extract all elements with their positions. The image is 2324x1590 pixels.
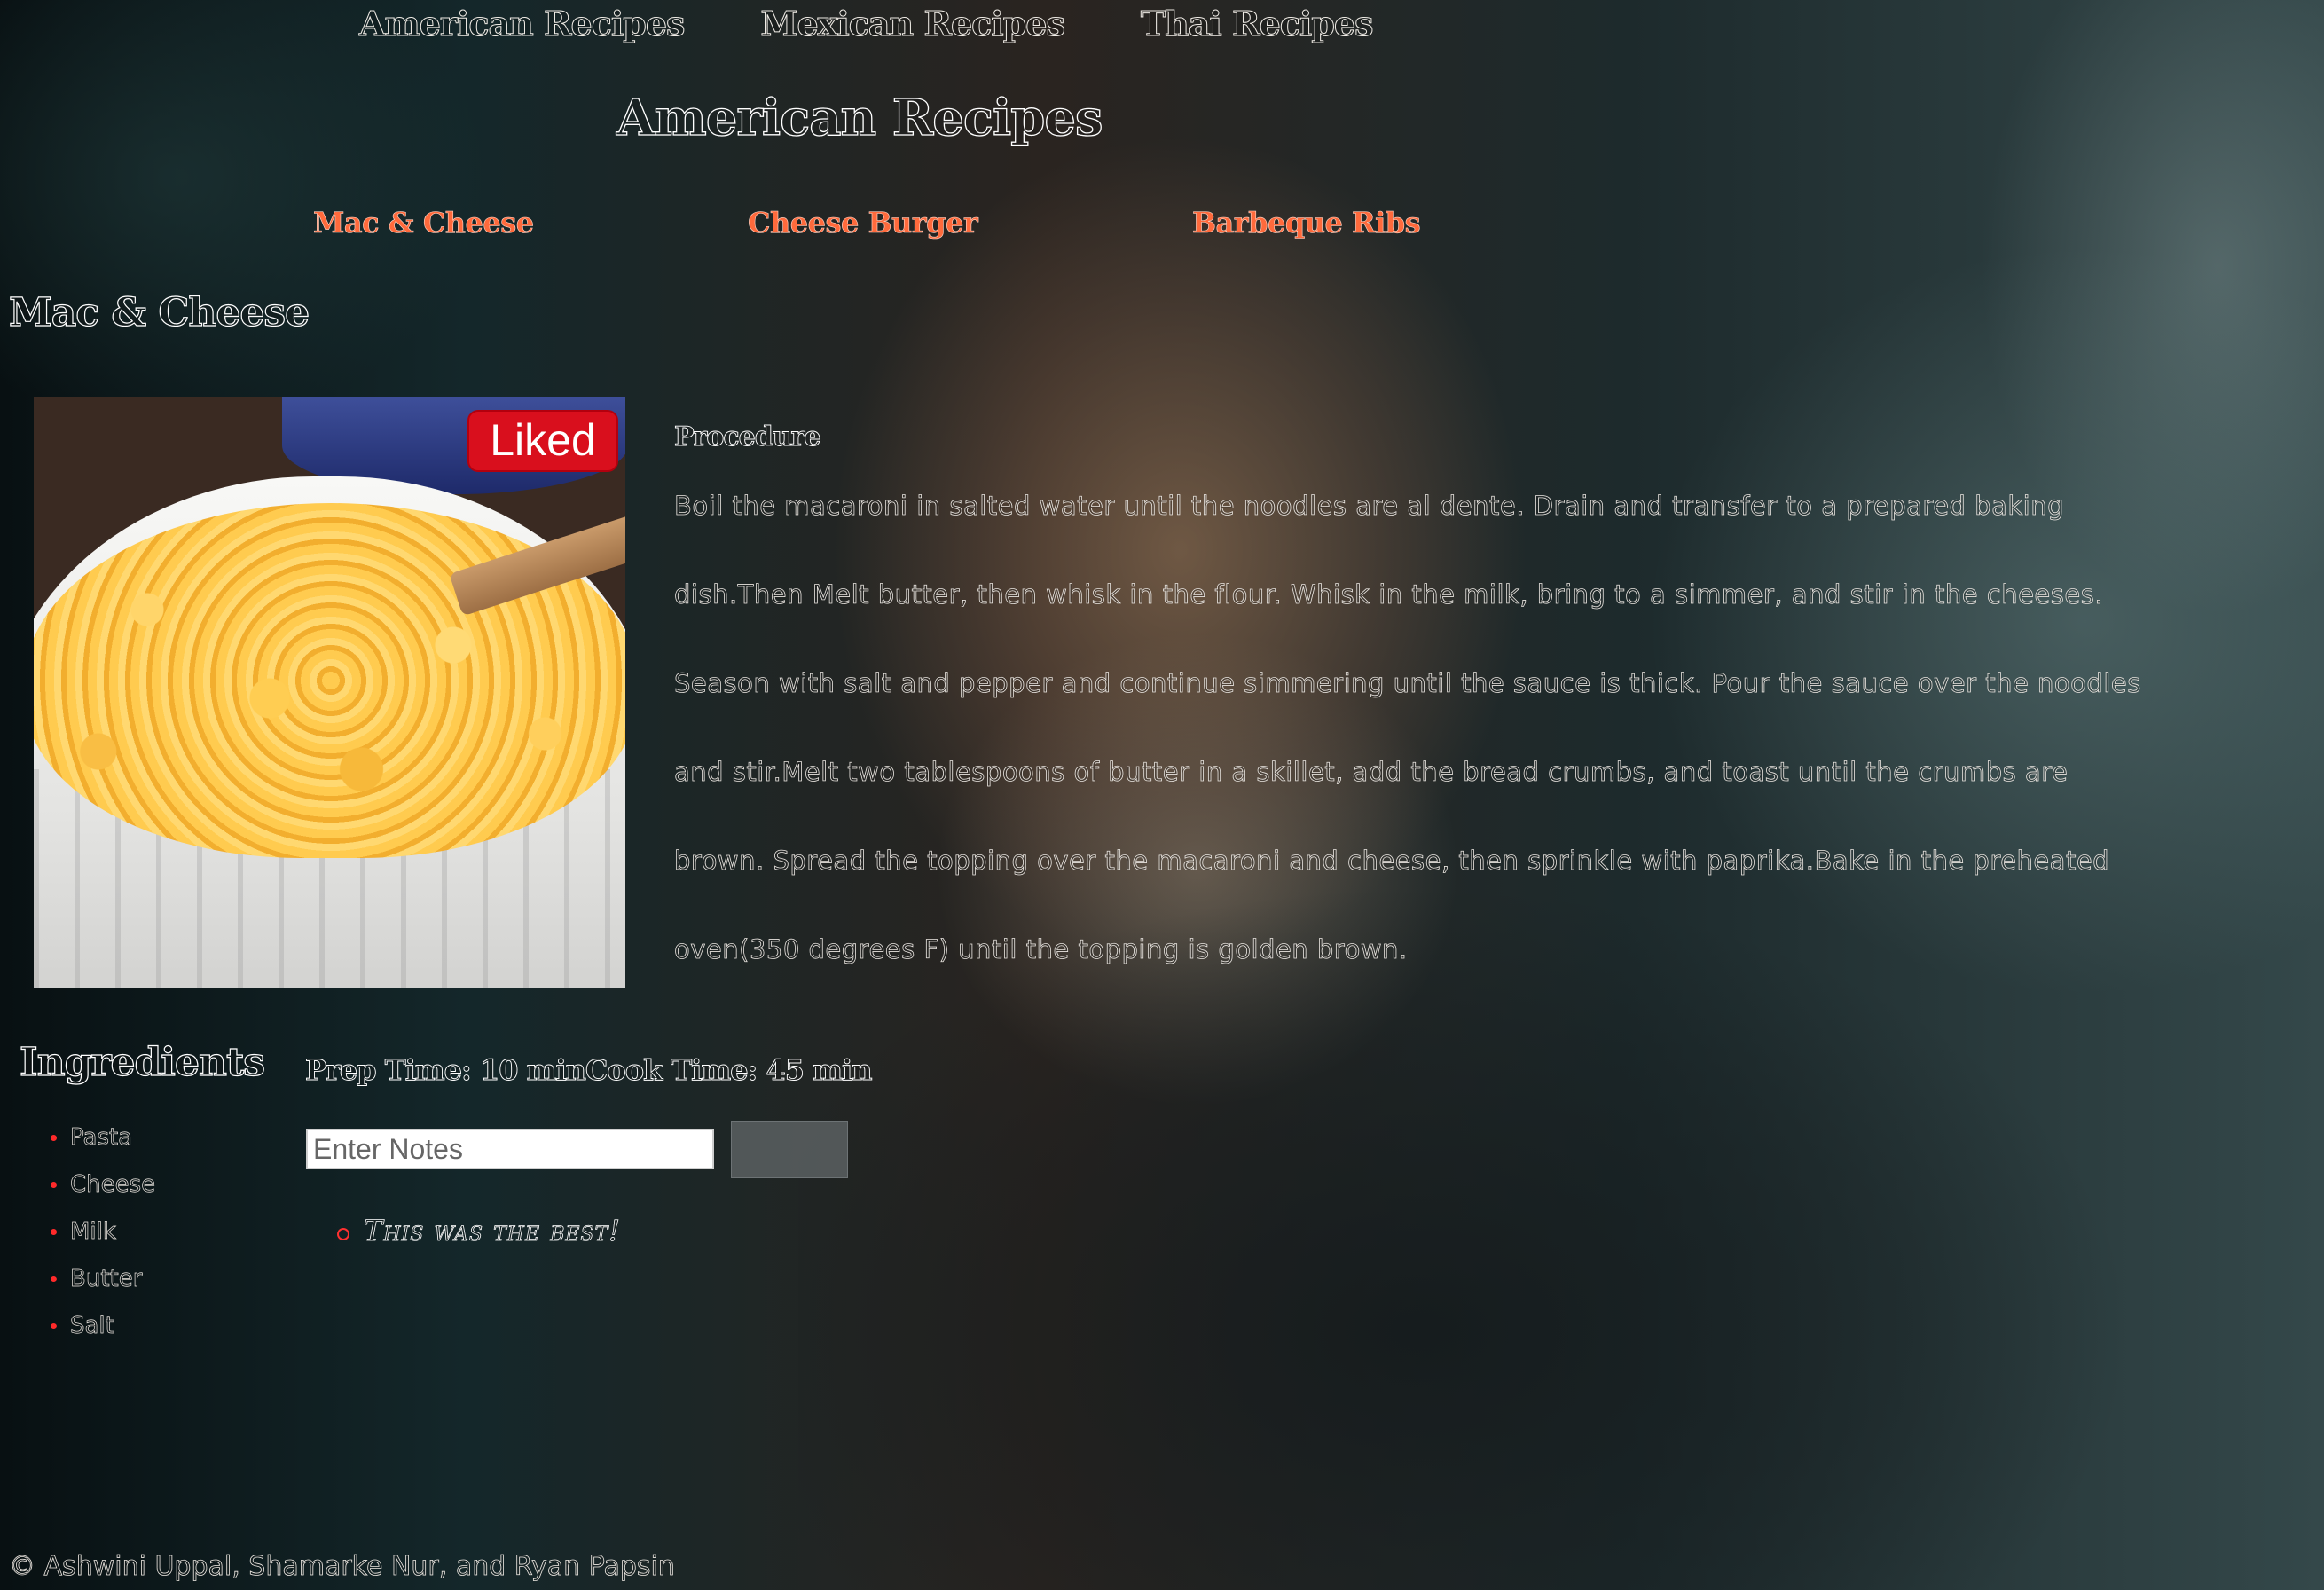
list-item: Butter xyxy=(49,1261,155,1308)
bullet-icon xyxy=(51,1135,57,1141)
nav-thai[interactable]: Thai Recipes xyxy=(1140,4,1374,44)
recipe-title: Mac & Cheese xyxy=(8,289,310,335)
notes-list: This was the best! xyxy=(337,1214,621,1248)
bullet-icon xyxy=(51,1276,57,1282)
liked-button[interactable]: Liked xyxy=(467,410,618,472)
ingredient-label: Milk xyxy=(70,1218,117,1246)
ingredients-heading: Ingredients xyxy=(19,1039,265,1085)
bullet-icon xyxy=(51,1182,57,1188)
ingredients-list: Pasta Cheese Milk Butter Salt xyxy=(49,1120,156,1355)
bullet-icon xyxy=(51,1323,57,1329)
note-item: This was the best! xyxy=(337,1214,621,1248)
nav-american[interactable]: American Recipes xyxy=(358,4,685,44)
nav-mexican[interactable]: Mexican Recipes xyxy=(760,4,1065,44)
note-text: This was the best! xyxy=(364,1214,622,1248)
procedure-heading: Procedure xyxy=(674,421,821,453)
page-title: American Recipes xyxy=(616,88,1103,147)
add-note-button[interactable] xyxy=(731,1121,848,1178)
circle-bullet-icon xyxy=(337,1228,349,1240)
ingredient-label: Salt xyxy=(70,1312,115,1340)
page: American Recipes Mexican Recipes Thai Re… xyxy=(0,0,2324,1590)
list-item: Pasta xyxy=(49,1120,155,1167)
ingredient-label: Pasta xyxy=(70,1124,133,1152)
ingredient-label: Cheese xyxy=(70,1171,156,1199)
footer-copyright: © Ashwini Uppal, Shamarke Nur, and Ryan … xyxy=(9,1551,676,1583)
ingredient-label: Butter xyxy=(70,1265,143,1293)
list-item: Milk xyxy=(49,1214,155,1261)
procedure-text: Boil the macaroni in salted water until … xyxy=(674,491,2141,965)
list-item: Cheese xyxy=(49,1167,156,1214)
sub-nav-cheese-burger[interactable]: Cheese Burger xyxy=(748,206,978,240)
sub-nav-mac-cheese[interactable]: Mac & Cheese xyxy=(313,206,535,240)
notes-input[interactable] xyxy=(306,1129,714,1169)
list-item: Salt xyxy=(49,1308,155,1355)
prep-cook-time: Prep Time: 10 minCook Time: 45 min xyxy=(305,1053,873,1088)
bullet-icon xyxy=(51,1229,57,1235)
recipe-photo xyxy=(34,397,625,988)
sub-nav-barbeque-ribs[interactable]: Barbeque Ribs xyxy=(1192,206,1421,240)
top-nav: American Recipes Mexican Recipes Thai Re… xyxy=(358,4,1449,44)
